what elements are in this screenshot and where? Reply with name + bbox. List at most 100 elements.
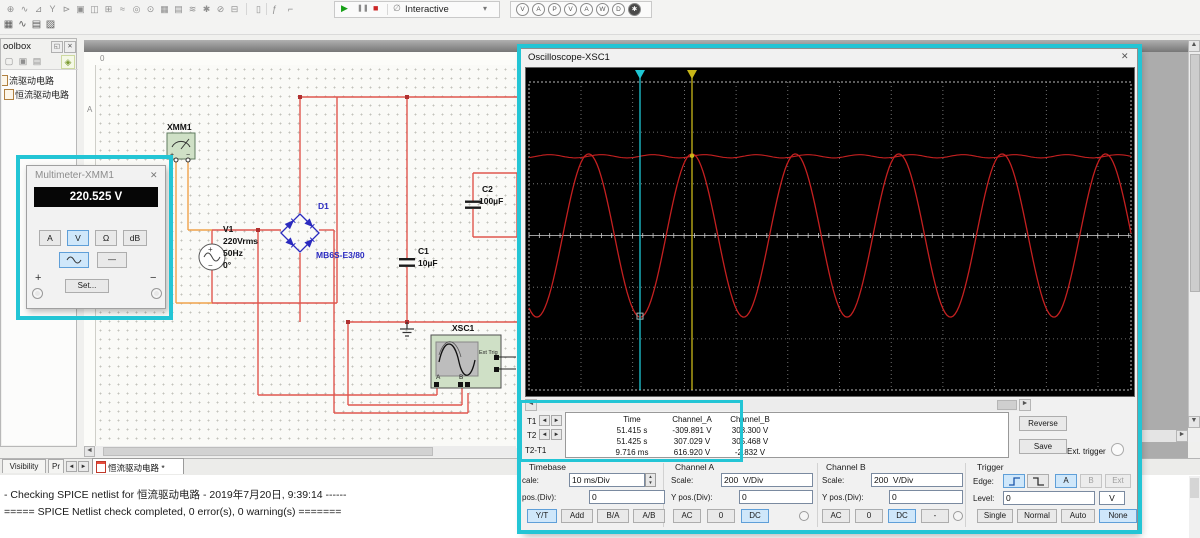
channel-b-ypos-input[interactable] — [889, 490, 963, 504]
probe-voltage-ref-icon[interactable]: V — [564, 3, 577, 16]
probe-power-icon[interactable]: P — [548, 3, 561, 16]
timebase-scale-input[interactable] — [569, 473, 645, 487]
canvas-vscroll-up[interactable]: ▲ — [1188, 40, 1200, 52]
sheet-tab[interactable]: 恒流驱动电路 * — [92, 458, 184, 474]
channel-b--button[interactable]: - — [921, 509, 949, 523]
place-nc-icon[interactable]: ⊘ — [214, 3, 227, 15]
canvas-vscroll-thumb[interactable] — [1190, 54, 1200, 292]
c2-value[interactable]: 100µF — [479, 196, 503, 206]
positive-terminal[interactable] — [32, 288, 43, 299]
timebase-ab-button[interactable]: A/B — [633, 509, 665, 523]
grapher-icon[interactable]: ▦ — [2, 18, 15, 31]
postprocessor-icon[interactable]: ▤ — [30, 18, 43, 31]
place-power-icon[interactable]: ⊙ — [144, 3, 157, 15]
timebase-spinner[interactable]: ▲ ▼ — [645, 473, 656, 487]
chevron-down-icon[interactable]: ▾ — [483, 4, 487, 13]
channel-a-ac-button[interactable]: AC — [673, 509, 701, 523]
trigger-mode-none-button[interactable]: None — [1099, 509, 1137, 523]
place-analog-icon[interactable]: ⊳ — [60, 3, 73, 15]
toolbox-tool-icon-1[interactable]: ▣ — [17, 55, 29, 67]
tab-scroll-left[interactable]: ◄ — [66, 461, 77, 472]
v1-value[interactable]: 220Vrms — [223, 236, 258, 246]
t1-left-button[interactable]: ◄ — [539, 415, 550, 426]
interactive-dropdown[interactable]: Interactive — [405, 4, 449, 15]
reports-icon[interactable]: ▨ — [44, 18, 57, 31]
place-ttl-icon[interactable]: ▣ — [74, 3, 87, 15]
channel-b-input-indicator[interactable] — [953, 511, 963, 521]
canvas-hscroll-track[interactable] — [95, 446, 516, 457]
v1-freq[interactable]: 50Hz — [223, 248, 243, 258]
wizard-icon[interactable]: ƒ — [268, 3, 281, 15]
in-use-list-icon[interactable]: ▯ — [252, 3, 265, 15]
place-diode-icon[interactable]: ⊿ — [32, 3, 45, 15]
probe-settings-icon[interactable]: ✱ — [628, 3, 641, 16]
channel-a-dc-button[interactable]: DC — [741, 509, 769, 523]
ext-trigger-indicator[interactable] — [1111, 443, 1124, 456]
d1-ref[interactable]: D1 — [318, 201, 329, 211]
results-vscroll-thumb[interactable] — [1190, 478, 1199, 498]
xmm1-label[interactable]: XMM1 — [167, 122, 192, 132]
t1-right-button[interactable]: ► — [551, 415, 562, 426]
close-icon[interactable]: ✕ — [150, 170, 158, 181]
set-button[interactable]: Set... — [65, 279, 109, 293]
channel-b-scale-input[interactable] — [871, 473, 963, 487]
stop-button[interactable]: ■ — [373, 3, 378, 13]
mode-ω-button[interactable]: Ω — [95, 230, 117, 246]
trigger-source-a-button[interactable]: A — [1055, 474, 1077, 488]
canvas-vscroll-down[interactable]: ▼ — [1188, 416, 1200, 428]
mode-a-button[interactable]: A — [39, 230, 61, 246]
tab-scroll-right[interactable]: ► — [78, 461, 89, 472]
ac-mode-button[interactable] — [59, 252, 89, 268]
oscilloscope-window[interactable]: Oscilloscope-XSC1 ✕ ◄ ► T1 ◄ ► T2 ◄ ► T2… — [520, 48, 1138, 532]
place-electromech-icon[interactable]: ✱ — [200, 3, 213, 15]
results-vscroll[interactable] — [1189, 476, 1200, 538]
channel-b-0-button[interactable]: 0 — [855, 509, 883, 523]
toolbox-tool-icon-2[interactable]: ▤ — [31, 55, 43, 67]
toolbox-dock-button[interactable]: ◱ — [51, 41, 63, 53]
channel-b-dc-button[interactable]: DC — [888, 509, 916, 523]
scope-hscroll-left[interactable]: ◄ — [525, 399, 537, 411]
place-transistor-icon[interactable]: Y — [46, 3, 59, 15]
probe-wattmeter-icon[interactable]: W — [596, 3, 609, 16]
t2-left-button[interactable]: ◄ — [539, 429, 550, 440]
place-misc-digital-icon[interactable]: ⊞ — [102, 3, 115, 15]
place-rf-icon[interactable]: ≋ — [186, 3, 199, 15]
timebase-yt-button[interactable]: Y/T — [527, 509, 557, 523]
timebase-xpos-input[interactable] — [589, 490, 665, 504]
c2-ref[interactable]: C2 — [482, 184, 493, 194]
place-peripherals-icon[interactable]: ▤ — [172, 3, 185, 15]
trigger-level-unit[interactable]: V — [1099, 491, 1125, 505]
scope-hscroll-right[interactable]: ► — [1019, 399, 1031, 411]
trigger-falling-edge-button[interactable] — [1027, 474, 1049, 488]
trigger-source-ext-button[interactable]: Ext — [1105, 474, 1131, 488]
trigger-mode-normal-button[interactable]: Normal — [1017, 509, 1057, 523]
channel-a-ypos-input[interactable] — [739, 490, 813, 504]
c1-ref[interactable]: C1 — [418, 246, 429, 256]
probe-voltage-icon[interactable]: V — [516, 3, 529, 16]
v1-ref[interactable]: V1 — [223, 224, 233, 234]
probe-current-icon[interactable]: A — [532, 3, 545, 16]
mode-db-button[interactable]: dB — [123, 230, 147, 246]
canvas-vscroll-track[interactable] — [1188, 52, 1200, 416]
scope-hscroll-track[interactable] — [537, 399, 1019, 411]
place-basic-icon[interactable]: ∿ — [18, 3, 31, 15]
canvas-hscroll-track-right[interactable] — [1142, 430, 1176, 442]
toolbox-tool-icon-3[interactable]: ◈ — [61, 55, 75, 69]
timebase-ba-button[interactable]: B/A — [597, 509, 629, 523]
readout-listbox[interactable]: Time Channel_A Channel_B 51.415 s -309.891 V… — [565, 412, 1009, 458]
canvas-hscroll-right[interactable]: ► — [1176, 430, 1188, 442]
analyses-icon[interactable]: ∿ — [16, 18, 29, 31]
tab-visibility[interactable]: Visibility — [2, 459, 46, 473]
save-button[interactable]: Save — [1019, 439, 1067, 454]
multimeter-window[interactable]: Multimeter-XMM1 ✕ 220.525 V A V ΩdB — + − … — [26, 165, 166, 309]
place-mixed-icon[interactable]: ≈ — [116, 3, 129, 15]
channel-a-0-button[interactable]: 0 — [707, 509, 735, 523]
place-hierarchical-icon[interactable]: ⊟ — [228, 3, 241, 15]
timebase-add-button[interactable]: Add — [561, 509, 593, 523]
probe-current-ref-icon[interactable]: A — [580, 3, 593, 16]
trigger-rising-edge-button[interactable] — [1003, 474, 1025, 488]
reverse-button[interactable]: Reverse — [1019, 416, 1067, 431]
run-button[interactable]: ▶ — [341, 3, 348, 14]
dc-mode-button[interactable]: — — [97, 252, 127, 268]
trigger-level-input[interactable] — [1003, 491, 1095, 505]
